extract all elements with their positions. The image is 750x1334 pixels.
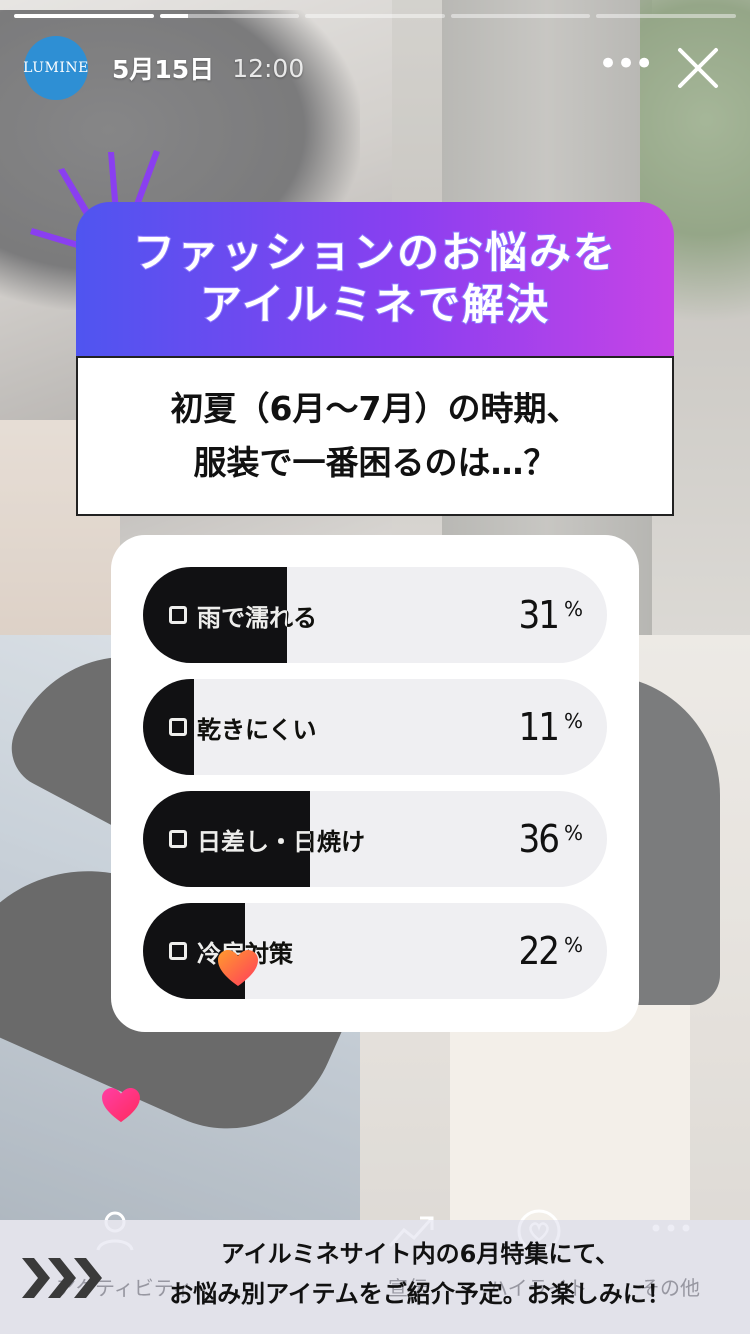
checkbox-icon xyxy=(169,606,187,624)
progress-segment xyxy=(450,14,591,18)
poll-option-percent: 22% xyxy=(518,929,583,973)
poll-option[interactable]: 日差し・日焼け 36% xyxy=(143,791,607,887)
poll-option-label: 雨で濡れる xyxy=(169,567,317,663)
poll-option-percent: 11% xyxy=(518,705,583,749)
heart-reaction-icon xyxy=(218,950,258,986)
banner-title-line-1: ファッションのお悩みを xyxy=(132,227,617,278)
banner-title-line-2: アイルミネで解決 xyxy=(199,279,550,330)
poll-option-label: 日差し・日焼け xyxy=(169,791,365,887)
poll-option[interactable]: 冷房対策 22% xyxy=(143,903,607,999)
bottom-notice-banner: アクティビティ 宣伝 ハイライト その他 アイルミネサイト内の6月特集にて、 お… xyxy=(0,1220,750,1334)
poll-option[interactable]: 乾きにくい 11% xyxy=(143,679,607,775)
checkbox-icon xyxy=(169,718,187,736)
notice-text: アイルミネサイト内の6月特集にて、 お悩み別アイテムをご紹介予定。お楽しみに！ xyxy=(110,1234,730,1314)
notice-line-1: アイルミネサイト内の6月特集にて、 xyxy=(220,1240,620,1268)
close-icon[interactable] xyxy=(670,40,726,96)
heart-reaction-icon xyxy=(102,1088,140,1123)
story-progress-bar xyxy=(14,14,736,18)
poll-option-percent: 36% xyxy=(518,817,583,861)
poll-option-label: 乾きにくい xyxy=(169,679,317,775)
account-avatar[interactable]: LUMINE xyxy=(23,36,89,100)
more-icon[interactable]: ••• xyxy=(598,44,654,92)
avatar-logo-text: LUMINE xyxy=(23,60,89,76)
post-time: 12:00 xyxy=(232,53,305,83)
poll-option[interactable]: 雨で濡れる 31% xyxy=(143,567,607,663)
progress-segment xyxy=(14,14,154,18)
chevron-arrows-icon xyxy=(22,1258,102,1298)
poll-option-percent: 31% xyxy=(518,593,583,637)
title-banner: ファッションのお悩みを アイルミネで解決 xyxy=(76,202,674,356)
post-date: 5月15日 xyxy=(112,55,215,84)
question-line-2: 服装で一番困るのは…？ xyxy=(193,443,557,482)
checkbox-icon xyxy=(169,830,187,848)
checkbox-icon xyxy=(169,942,187,960)
progress-segment-current xyxy=(159,14,300,18)
story-header: LUMINE 5月15日 12:00 ••• xyxy=(23,36,726,100)
progress-segment xyxy=(596,14,736,18)
notice-line-2: お悩み別アイテムをご紹介予定。お楽しみに！ xyxy=(169,1280,671,1308)
poll-question: 初夏（6月〜7月）の時期、 服装で一番困るのは…？ xyxy=(76,356,674,516)
poll-card: 雨で濡れる 31% 乾きにくい 11% 日差し・日焼け 36% 冷房対策 22% xyxy=(111,535,639,1032)
question-line-1: 初夏（6月〜7月）の時期、 xyxy=(170,389,580,428)
progress-segment xyxy=(305,14,445,18)
